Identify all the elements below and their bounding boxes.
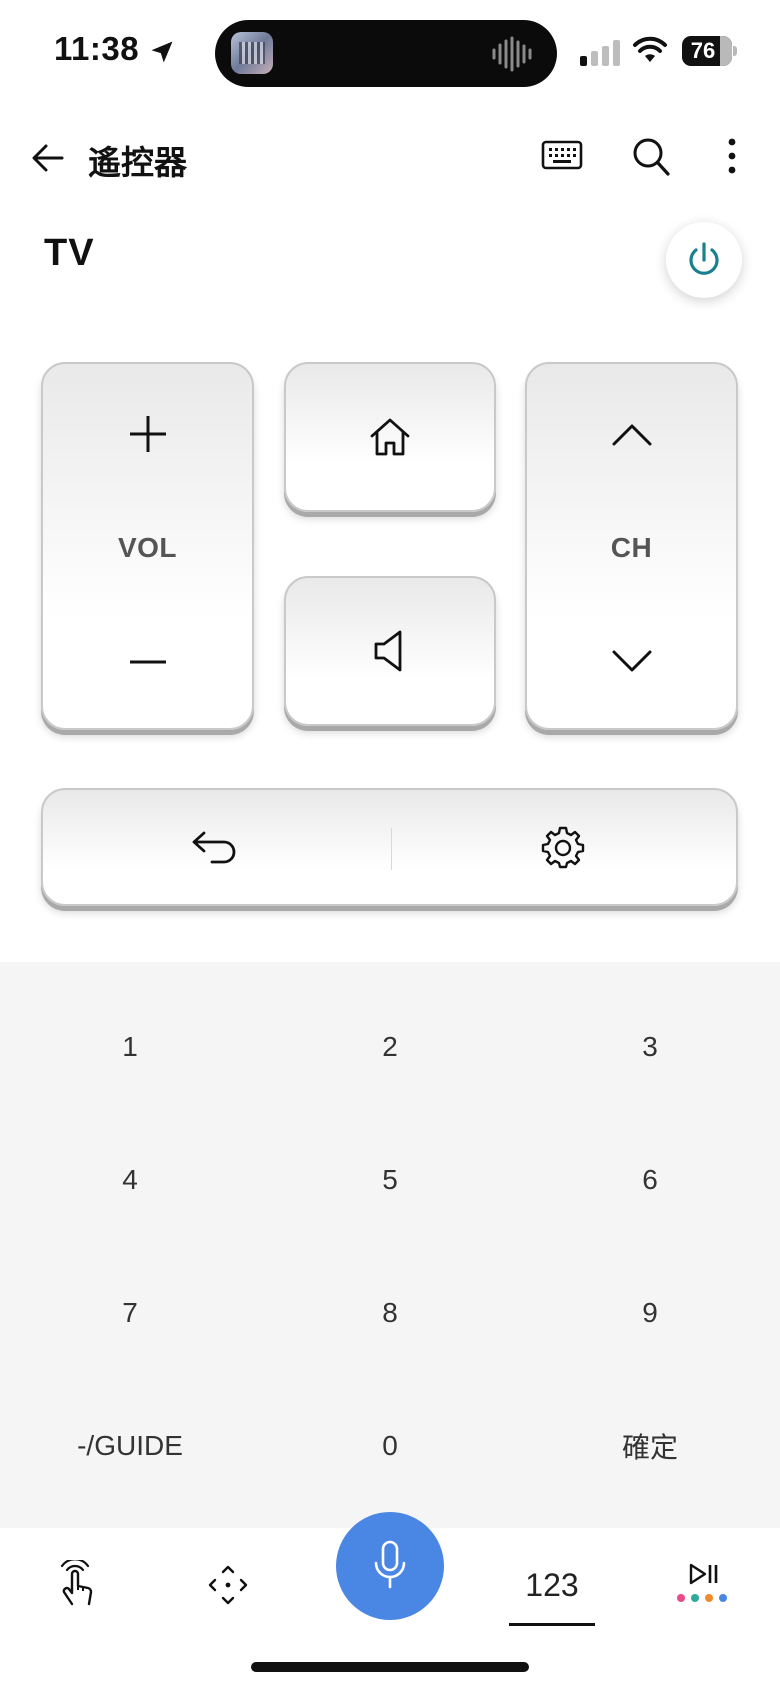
gear-icon — [541, 826, 584, 869]
mute-button[interactable] — [284, 576, 496, 726]
cellular-signal-icon — [580, 40, 620, 66]
key-4[interactable]: 4 — [0, 1125, 260, 1235]
audio-waveform-icon — [492, 36, 532, 72]
return-button[interactable] — [43, 790, 390, 904]
power-icon — [689, 242, 719, 275]
channel-up-button[interactable] — [527, 364, 736, 504]
channel-rocker: CH — [525, 362, 738, 730]
status-bar: 11:38 76 — [0, 0, 780, 100]
key-0[interactable]: 0 — [260, 1391, 520, 1501]
dynamic-island — [215, 20, 557, 87]
back-arrow-icon[interactable] — [28, 138, 68, 178]
volume-rocker: VOL — [41, 362, 254, 730]
numbers-tab-label: 123 — [525, 1566, 579, 1603]
home-icon — [370, 418, 410, 456]
app-bar: 遙控器 — [0, 120, 780, 200]
page-title: 遙控器 — [88, 144, 187, 181]
more-vert-icon[interactable] — [722, 134, 742, 178]
now-playing-artwork — [231, 32, 273, 74]
channel-label: CH — [610, 532, 653, 563]
tab-directional-pad[interactable] — [198, 1550, 258, 1620]
active-tab-indicator — [509, 1623, 595, 1626]
tab-media-controls[interactable] — [668, 1550, 738, 1620]
tab-touchpad[interactable] — [44, 1550, 108, 1620]
settings-button[interactable] — [390, 790, 737, 904]
key-9[interactable]: 9 — [520, 1258, 780, 1368]
microphone-icon — [374, 1540, 406, 1589]
chevron-up-icon — [612, 424, 651, 446]
home-indicator — [251, 1662, 529, 1672]
touch-gesture-icon — [60, 1560, 93, 1606]
key-3[interactable]: 3 — [520, 992, 780, 1102]
voice-search-button[interactable] — [336, 1512, 444, 1620]
volume-label: VOL — [117, 532, 178, 563]
play-pause-color-keys-icon — [677, 1563, 727, 1602]
keyboard-icon[interactable] — [540, 136, 584, 176]
speaker-icon — [374, 630, 402, 672]
location-arrow-icon — [151, 41, 173, 63]
key-confirm[interactable]: 確定 — [520, 1391, 780, 1501]
dpad-icon — [208, 1565, 248, 1605]
back-settings-bar — [41, 788, 738, 906]
minus-icon — [129, 660, 166, 664]
search-icon[interactable] — [630, 134, 672, 178]
wifi-icon — [633, 36, 667, 62]
key-guide[interactable]: -/GUIDE — [0, 1391, 260, 1501]
home-button[interactable] — [284, 362, 496, 512]
chevron-down-icon — [612, 650, 651, 672]
volume-up-button[interactable] — [43, 364, 252, 504]
device-name: TV — [44, 232, 95, 274]
plus-icon — [129, 416, 166, 452]
battery-indicator: 76 — [682, 36, 738, 66]
key-7[interactable]: 7 — [0, 1258, 260, 1368]
number-keypad: 1 2 3 4 5 6 7 8 9 -/GUIDE 0 確定 — [0, 962, 780, 1528]
tab-numbers[interactable]: 123 — [500, 1550, 604, 1620]
return-icon — [192, 831, 236, 864]
battery-level: 76 — [690, 38, 716, 63]
key-5[interactable]: 5 — [260, 1125, 520, 1235]
key-2[interactable]: 2 — [260, 992, 520, 1102]
power-button[interactable] — [666, 222, 742, 298]
key-1[interactable]: 1 — [0, 992, 260, 1102]
key-6[interactable]: 6 — [520, 1125, 780, 1235]
key-8[interactable]: 8 — [260, 1258, 520, 1368]
status-time: 11:38 — [54, 30, 140, 67]
channel-down-button[interactable] — [527, 592, 736, 732]
volume-down-button[interactable] — [43, 592, 252, 732]
